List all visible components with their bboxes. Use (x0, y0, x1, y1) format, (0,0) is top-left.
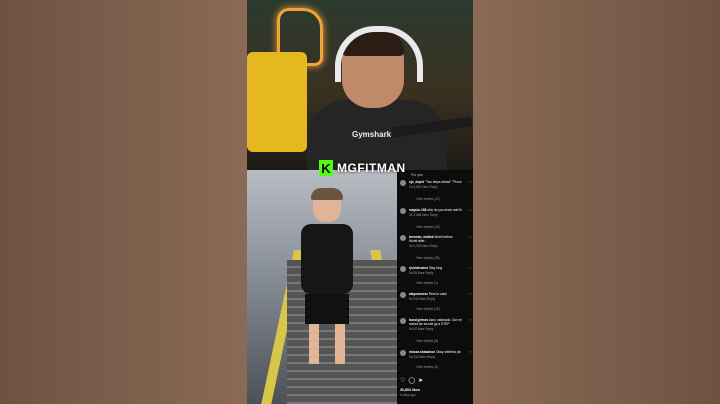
reply-button[interactable]: Reply (430, 185, 438, 189)
streamer-name: MGFITMAN (337, 161, 406, 175)
kick-logo-icon: K (319, 160, 333, 176)
post-actions: ♡ ◯ ➤ (400, 377, 423, 384)
avatar[interactable] (400, 266, 406, 272)
leg (309, 324, 319, 364)
total-likes: 30,803 likes (400, 388, 420, 392)
shirt-text: Gymshark (352, 130, 392, 139)
comment-time: 5d (409, 327, 413, 331)
view-replies[interactable]: View replies (8) (416, 339, 438, 343)
cap (311, 188, 343, 200)
comment-user[interactable]: alaynaneese (409, 292, 428, 296)
view-replies[interactable]: View replies (22) (416, 307, 440, 311)
embedded-clip (247, 170, 397, 404)
avatar[interactable] (400, 318, 406, 324)
avatar[interactable] (400, 180, 406, 186)
comment-likes: 4,602 likes (413, 185, 429, 189)
black-shirt (301, 224, 353, 294)
streamer-tag: K MGFITMAN (319, 158, 406, 178)
view-replies[interactable]: View replies (22) (416, 197, 440, 201)
heart-icon[interactable]: ♡ (468, 235, 472, 240)
comment-likes: 340 likes (413, 297, 427, 301)
comments-sort[interactable]: For you (411, 173, 423, 177)
comment-text: "Two steps ahead" "Proce (424, 180, 462, 184)
leg (335, 324, 345, 364)
reply-button[interactable]: Reply (430, 244, 438, 248)
comment-text: Real or cake (428, 292, 447, 296)
shorts (305, 294, 349, 324)
comment-time: 4d (409, 244, 413, 248)
video-frame[interactable]: Gymshark K MGFITMAN For you sjo_dopid "T… (247, 0, 473, 404)
streamer-webcam: Gymshark (247, 0, 473, 170)
comment-likes: 1,008 likes (413, 244, 429, 248)
comment-text: Okay shirtless pic (435, 350, 461, 354)
comment-user[interactable]: sjo_dopid (409, 180, 424, 184)
comment-icon[interactable]: ◯ (408, 377, 415, 384)
avatar[interactable] (400, 208, 406, 214)
comment-user[interactable]: rjsiddensten (409, 266, 428, 270)
comments-panel[interactable]: For you sjo_dopid "Two steps ahead" "Pro… (397, 170, 473, 404)
left-blur-background (0, 0, 247, 404)
like-icon[interactable]: ♡ (400, 377, 405, 384)
reply-button[interactable]: Reply (425, 327, 433, 331)
avatar[interactable] (400, 235, 406, 241)
avatar[interactable] (400, 350, 406, 356)
reply-button[interactable]: Reply (425, 271, 433, 275)
view-replies[interactable]: View replies (35) (416, 256, 440, 260)
comment-time: 5d (409, 355, 413, 359)
comment-time: 3d (409, 213, 413, 217)
comment-likes: 55 likes (413, 271, 425, 275)
view-replies[interactable]: View replies (42) (416, 225, 440, 229)
comment-likes: 2,668 likes (413, 213, 429, 217)
comment-time: 5d (409, 297, 413, 301)
view-replies[interactable]: View replies (1) (416, 281, 438, 285)
heart-icon[interactable]: ♡ (468, 266, 472, 271)
heart-icon[interactable]: ♡ (468, 350, 472, 355)
reply-button[interactable]: Reply (427, 355, 435, 359)
comment-text-line2: ahead we should go a STEP (409, 322, 450, 326)
posted-time: 5 days ago (400, 393, 416, 397)
heart-icon[interactable]: ♡ (468, 318, 472, 323)
heart-icon[interactable]: ♡ (468, 292, 472, 297)
comment-text: Stay long (428, 266, 443, 270)
comment-likes: 334 likes (413, 355, 427, 359)
avatar[interactable] (400, 292, 406, 298)
comment-text-line2: World after... (409, 239, 428, 243)
right-blur-background (473, 0, 720, 404)
comment-user[interactable]: mayulu.168 (409, 208, 426, 212)
comment-text: why do you never add th (427, 208, 462, 212)
heart-icon[interactable]: ♡ (468, 180, 472, 185)
comment-user[interactable]: mboza.sbbaahun (409, 350, 435, 354)
comment-time: 5d (409, 271, 413, 275)
share-icon[interactable]: ➤ (418, 377, 423, 384)
comment-time: 2d (409, 185, 413, 189)
heart-icon[interactable]: ♡ (468, 208, 472, 213)
headset (335, 26, 423, 82)
streamer: Gymshark (297, 26, 473, 170)
person-on-escalator (287, 188, 367, 370)
reply-button[interactable]: Reply (430, 213, 438, 217)
view-replies[interactable]: View replies (3) (416, 365, 438, 369)
comment-likes: 52 likes (413, 327, 425, 331)
reply-button[interactable]: Reply (427, 297, 435, 301)
